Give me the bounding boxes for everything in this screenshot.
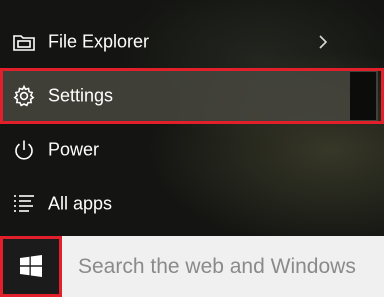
windows-logo-icon <box>20 255 42 277</box>
gear-icon <box>13 84 35 107</box>
menu-item-settings[interactable]: Settings <box>0 70 384 122</box>
menu-item-power[interactable]: Power <box>0 128 384 172</box>
search-input[interactable] <box>62 236 384 297</box>
folder-icon <box>13 35 35 51</box>
menu-item-label: File Explorer <box>48 31 150 52</box>
start-menu: File Explorer Settings Power All apps <box>0 0 384 236</box>
menu-item-label: Power <box>48 139 100 160</box>
list-icon <box>14 195 34 212</box>
chevron-right-icon[interactable] <box>317 34 329 50</box>
start-button[interactable] <box>0 236 62 297</box>
menu-item-all-apps[interactable]: All apps <box>0 182 384 226</box>
menu-item-label: All apps <box>48 193 113 214</box>
menu-item-file-explorer[interactable]: File Explorer <box>0 20 384 64</box>
menu-item-label: Settings <box>48 85 114 106</box>
power-icon <box>15 140 33 160</box>
